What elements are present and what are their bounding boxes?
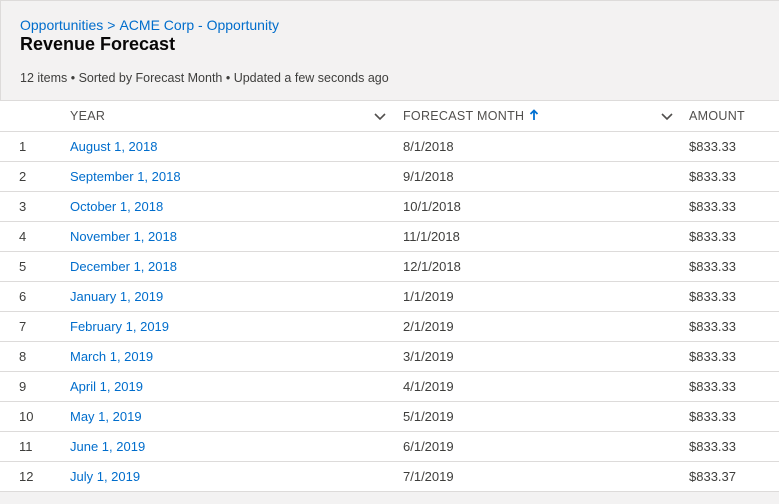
amount-cell: $833.33 [689, 439, 736, 454]
chevron-down-icon[interactable] [660, 109, 674, 123]
table-row[interactable]: 4 November 1, 2018 11/1/2018 $833.33 [0, 222, 779, 252]
year-link[interactable]: May 1, 2019 [70, 402, 142, 432]
forecast-month-cell: 10/1/2018 [403, 199, 461, 214]
year-link[interactable]: June 1, 2019 [70, 432, 145, 462]
list-status-line: 12 items • Sorted by Forecast Month • Up… [20, 71, 389, 85]
table-row[interactable]: 9 April 1, 2019 4/1/2019 $833.33 [0, 372, 779, 402]
table-row[interactable]: 2 September 1, 2018 9/1/2018 $833.33 [0, 162, 779, 192]
column-header-amount-label: AMOUNT [689, 109, 745, 123]
forecast-month-cell: 3/1/2019 [403, 349, 454, 364]
row-number: 9 [19, 379, 27, 394]
year-link[interactable]: July 1, 2019 [70, 462, 140, 492]
row-number: 2 [19, 169, 27, 184]
year-link[interactable]: August 1, 2018 [70, 132, 157, 162]
year-link[interactable]: December 1, 2018 [70, 252, 177, 282]
row-number: 10 [19, 409, 34, 424]
breadcrumb-opportunities-link[interactable]: Opportunities [20, 17, 103, 33]
forecast-month-cell: 7/1/2019 [403, 469, 454, 484]
amount-cell: $833.33 [689, 259, 736, 274]
forecast-month-cell: 11/1/2018 [403, 229, 460, 244]
table-row[interactable]: 5 December 1, 2018 12/1/2018 $833.33 [0, 252, 779, 282]
column-header-year-label: YEAR [70, 109, 106, 123]
arrow-up-icon [530, 109, 539, 120]
column-header-year[interactable]: YEAR [70, 101, 105, 132]
forecast-month-cell: 9/1/2018 [403, 169, 454, 184]
breadcrumb-opportunity-link[interactable]: ACME Corp - Opportunity [119, 17, 279, 33]
table-row[interactable]: 10 May 1, 2019 5/1/2019 $833.33 [0, 402, 779, 432]
amount-cell: $833.33 [689, 409, 736, 424]
row-number: 3 [19, 199, 27, 214]
amount-cell: $833.33 [689, 289, 736, 304]
page-title: Revenue Forecast [20, 34, 176, 54]
amount-cell: $833.33 [689, 379, 736, 394]
forecast-month-cell: 6/1/2019 [403, 439, 454, 454]
amount-cell: $833.33 [689, 229, 736, 244]
list-header: Opportunities > ACME Corp - Opportunity Re… [0, 0, 779, 101]
table-footer [0, 492, 779, 504]
year-link[interactable]: October 1, 2018 [70, 192, 163, 222]
column-header-forecast-month-label: FORECAST MONTH [403, 109, 525, 123]
table-row[interactable]: 6 January 1, 2019 1/1/2019 $833.33 [0, 282, 779, 312]
breadcrumb: Opportunities > ACME Corp - Opportunity [20, 17, 279, 33]
amount-cell: $833.33 [689, 199, 736, 214]
forecast-month-cell: 4/1/2019 [403, 379, 454, 394]
row-number: 8 [19, 349, 27, 364]
forecast-month-cell: 12/1/2018 [403, 259, 461, 274]
table-header: YEAR FORECAST MONTH AMOUNT [0, 101, 779, 132]
amount-cell: $833.33 [689, 319, 736, 334]
table-row[interactable]: 12 July 1, 2019 7/1/2019 $833.37 [0, 462, 779, 492]
amount-cell: $833.33 [689, 349, 736, 364]
year-link[interactable]: April 1, 2019 [70, 372, 143, 402]
year-link[interactable]: January 1, 2019 [70, 282, 163, 312]
forecast-month-cell: 8/1/2018 [403, 139, 454, 154]
row-number: 11 [19, 439, 33, 454]
year-link[interactable]: November 1, 2018 [70, 222, 177, 252]
forecast-month-cell: 2/1/2019 [403, 319, 454, 334]
forecast-month-cell: 1/1/2019 [403, 289, 454, 304]
breadcrumb-separator: > [107, 17, 116, 33]
row-number: 1 [19, 139, 27, 154]
column-header-amount[interactable]: AMOUNT [689, 101, 745, 132]
row-number: 12 [19, 469, 34, 484]
row-number: 6 [19, 289, 27, 304]
year-link[interactable]: March 1, 2019 [70, 342, 153, 372]
chevron-down-icon[interactable] [373, 109, 387, 123]
row-number: 7 [19, 319, 27, 334]
amount-cell: $833.37 [689, 469, 736, 484]
row-number: 5 [19, 259, 27, 274]
table-row[interactable]: 11 June 1, 2019 6/1/2019 $833.33 [0, 432, 779, 462]
amount-cell: $833.33 [689, 139, 736, 154]
table-row[interactable]: 7 February 1, 2019 2/1/2019 $833.33 [0, 312, 779, 342]
table-row[interactable]: 3 October 1, 2018 10/1/2018 $833.33 [0, 192, 779, 222]
column-header-forecast-month[interactable]: FORECAST MONTH [403, 101, 539, 132]
forecast-month-cell: 5/1/2019 [403, 409, 454, 424]
row-number: 4 [19, 229, 27, 244]
amount-cell: $833.33 [689, 169, 736, 184]
table-row[interactable]: 8 March 1, 2019 3/1/2019 $833.33 [0, 342, 779, 372]
year-link[interactable]: February 1, 2019 [70, 312, 169, 342]
table-row[interactable]: 1 August 1, 2018 8/1/2018 $833.33 [0, 132, 779, 162]
year-link[interactable]: September 1, 2018 [70, 162, 181, 192]
